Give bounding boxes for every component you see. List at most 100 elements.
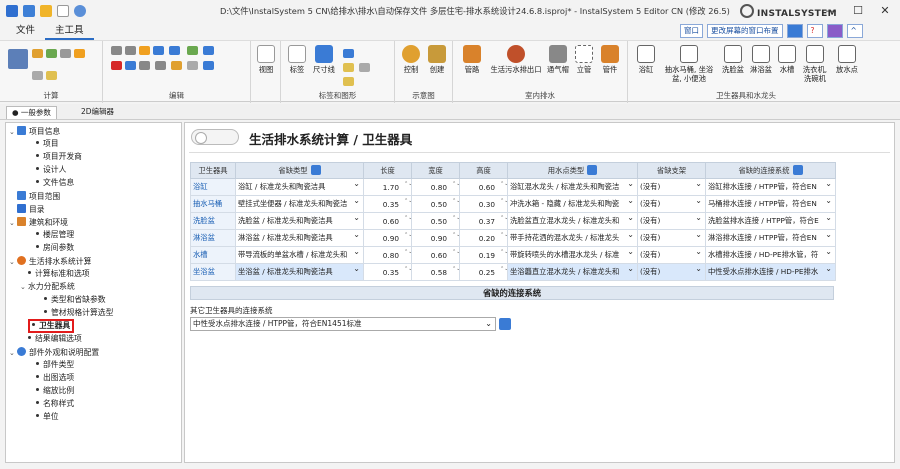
connection-select[interactable]: 洗脸盆排水连接 / HTPP管，符合E (705, 212, 836, 230)
layout-dropdown[interactable]: 更改屏幕的窗口布置 (707, 24, 783, 38)
open-folder-icon[interactable] (40, 5, 52, 17)
default-type-select[interactable]: 浴缸 / 标准龙头和陶瓷洁具 (235, 178, 364, 196)
tab-general-params[interactable]: ● 一般参数 (6, 106, 57, 119)
back-button[interactable] (191, 129, 239, 145)
tree-item-standards[interactable]: 计算标准和选项 (28, 269, 90, 279)
default-type-select[interactable]: 带导流板的单盆水槽 / 标准龙头和 (235, 246, 364, 264)
length-spinner[interactable]: 1.70 (363, 178, 412, 196)
tree-item-file-info[interactable]: 文件信息 (36, 178, 74, 188)
length-spinner[interactable]: 0.35 (363, 263, 412, 281)
edit-icon[interactable] (187, 46, 198, 55)
edit-icon[interactable] (125, 61, 136, 70)
vent-cap-button[interactable]: 通气帽 (545, 45, 571, 74)
default-type-select[interactable]: 洗脸盆 / 标准龙头和陶瓷洁具 (235, 212, 364, 230)
support-select[interactable]: (没有) (637, 246, 706, 264)
tree-item-rooms[interactable]: 房间参数 (36, 243, 74, 253)
tab-2d-editor[interactable]: 2D编辑器 (76, 106, 119, 119)
floor-drain-button[interactable]: 放水点 (833, 45, 861, 74)
height-spinner[interactable]: 0.25 (459, 263, 508, 281)
edit-icon[interactable] (203, 46, 214, 55)
connection-select[interactable]: 中性受水点排水连接 / HD-PE排水 (705, 263, 836, 281)
menu-file[interactable]: 文件 (6, 22, 45, 40)
tool-icon[interactable] (60, 49, 71, 58)
tree-item-designer[interactable]: 设计人 (36, 165, 66, 175)
connection-select[interactable]: 马桶排水连接 / HTPP管，符合EN (705, 195, 836, 213)
tree-item-scale[interactable]: 缩放比例 (36, 386, 74, 396)
edit-icon[interactable] (187, 61, 198, 70)
edit-icon[interactable] (155, 61, 166, 70)
support-select[interactable]: (没有) (637, 195, 706, 213)
tree-item-pipe-sizing[interactable]: 管材规格计算选型 (44, 308, 113, 318)
tree-item-hydraulic[interactable]: ⌄ 水力分配系统 (20, 282, 75, 292)
tree-item-building[interactable]: ⌄ 建筑和环境 (9, 217, 68, 228)
edit-icon[interactable] (153, 46, 164, 55)
calc-icon[interactable] (8, 49, 28, 69)
support-select[interactable]: (没有) (637, 212, 706, 230)
width-spinner[interactable]: 0.90 (411, 229, 460, 247)
tree-item-drainage-calc[interactable]: ⌄ 生活排水系统计算 (9, 256, 91, 267)
monitor-icon[interactable] (786, 24, 803, 38)
point-type-select[interactable]: 浴缸混水龙头 / 标准龙头和陶瓷洁 (507, 178, 638, 196)
sink-button[interactable]: 水槽 (776, 45, 798, 74)
width-spinner[interactable]: 0.50 (411, 212, 460, 230)
delete-icon[interactable] (111, 61, 122, 70)
tree-item-result-edit[interactable]: 结果编辑选项 (28, 334, 82, 344)
edit-icon[interactable] (171, 61, 182, 70)
tool-icon[interactable] (74, 49, 85, 58)
other-connection-dropdown[interactable]: 中性受水点排水连接 / HTPP管，符合EN1451标准 (190, 317, 496, 331)
copy-icon[interactable] (111, 46, 122, 55)
width-spinner[interactable]: 0.50 (411, 195, 460, 213)
settings-icon[interactable] (826, 24, 843, 38)
stack-button[interactable]: 立管 (573, 45, 595, 74)
width-spinner[interactable]: 0.58 (411, 263, 460, 281)
point-type-select[interactable]: 坐浴龘直立混水龙头 / 标准龙头和 (507, 263, 638, 281)
col-connection-system[interactable]: 省缺的连接系统 (705, 162, 836, 179)
create-button[interactable]: 创建 (425, 45, 449, 74)
tree-item-types-defaults[interactable]: 类型和省缺参数 (44, 295, 106, 305)
undo-icon[interactable] (74, 5, 86, 17)
view-button[interactable]: 视图 (254, 45, 278, 74)
washbasin-button[interactable]: 洗脸盆 (720, 45, 746, 74)
abc-text-icon[interactable] (343, 49, 354, 58)
fitting-button[interactable]: 管件 (598, 45, 622, 74)
length-spinner[interactable]: 0.90 (363, 229, 412, 247)
control-button[interactable]: 控制 (399, 45, 423, 74)
maximize-button[interactable]: ☐ (843, 0, 873, 22)
connection-select[interactable]: 淋浴排水连接 / HTPP管，符合EN (705, 229, 836, 247)
col-default-type[interactable]: 省缺类型 (235, 162, 364, 179)
support-select[interactable]: (没有) (637, 229, 706, 247)
table-edit-icon[interactable] (310, 165, 321, 175)
bathtub-button[interactable]: 浴缸 (634, 45, 658, 74)
dimension-line-button[interactable]: 尺寸线 (311, 45, 337, 74)
menu-main-tool[interactable]: 主工具 (45, 22, 94, 40)
tool-icon[interactable] (32, 49, 43, 58)
default-type-select[interactable]: 坐浴盆 / 标准龙头和陶瓷洁具 (235, 263, 364, 281)
tree-item-part-types[interactable]: 部件类型 (36, 360, 74, 370)
width-spinner[interactable]: 0.60 (411, 246, 460, 264)
table-edit-icon[interactable] (499, 318, 511, 330)
length-spinner[interactable]: 0.35 (363, 195, 412, 213)
length-spinner[interactable]: 0.60 (363, 212, 412, 230)
point-type-select[interactable]: 带手持花洒的混水龙头 / 标准龙头 (507, 229, 638, 247)
default-type-select[interactable]: 淋浴盆 / 标准龙头和陶瓷洁具 (235, 229, 364, 247)
text-icon[interactable] (203, 61, 214, 70)
washer-button[interactable]: 洗衣机, 洗碗机 (800, 45, 830, 83)
help-icon[interactable]: ? (806, 24, 823, 38)
table-edit-icon[interactable] (792, 165, 803, 175)
edit-icon[interactable] (139, 46, 150, 55)
label-button[interactable]: 标签 (285, 45, 309, 74)
edit-icon[interactable] (139, 61, 150, 70)
window-dropdown[interactable]: 窗口 (680, 24, 703, 38)
tool-icon[interactable] (32, 71, 43, 80)
point-type-select[interactable]: 洗脸盆直立混水龙头 / 标准龙头和 (507, 212, 638, 230)
point-type-select[interactable]: 冲洗水箱 - 隐藏 / 标准龙头和陶瓷 (507, 195, 638, 213)
tree-item-project-scope[interactable]: 项目范围 (17, 191, 60, 202)
wc-button[interactable]: 抽水马桶, 坐浴盆, 小便池 (660, 45, 718, 83)
tree-item-project-info[interactable]: ⌄ 项目信息 (9, 126, 60, 137)
save-icon[interactable] (23, 5, 35, 17)
tree-item-sanitary-fixtures[interactable]: 卫生器具 (28, 319, 75, 333)
tool-icon[interactable] (46, 71, 57, 80)
height-spinner[interactable]: 0.30 (459, 195, 508, 213)
shower-tray-button[interactable]: 淋浴盆 (748, 45, 774, 74)
collapse-ribbon-icon[interactable]: ^ (846, 24, 863, 38)
